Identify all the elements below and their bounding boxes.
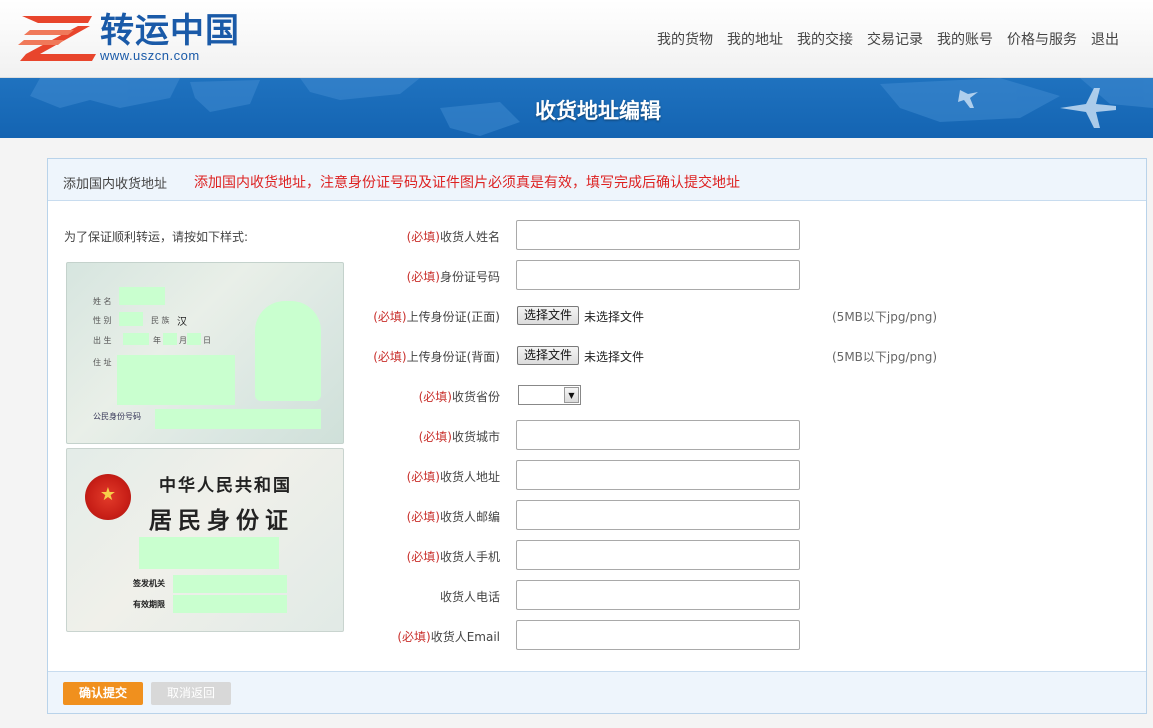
address-label: (必填)收货人地址	[406, 470, 500, 484]
panel-footer: 确认提交 取消返回	[48, 671, 1146, 713]
panel-header: 添加国内收货地址 添加国内收货地址，注意身份证号码及证件图片必须真是有效，填写完…	[48, 159, 1146, 201]
province-select[interactable]: ▼	[518, 385, 581, 405]
id-card-back-sample: ★ 中华人民共和国 居民身份证 签发机关 有效期限	[66, 448, 344, 632]
city-label: (必填)收货城市	[418, 430, 500, 444]
receiver-name-input[interactable]	[516, 220, 800, 250]
address-input[interactable]	[516, 460, 800, 490]
panel-notice: 添加国内收货地址，注意身份证号码及证件图片必须真是有效，填写完成后确认提交地址	[194, 175, 740, 191]
mask-block	[173, 575, 287, 593]
province-label: (必填)收货省份	[418, 390, 500, 404]
upload-back-label: (必填)上传身份证(背面)	[373, 350, 500, 364]
upload-front-button[interactable]: 选择文件	[517, 306, 580, 325]
id-authority-label: 签发机关	[133, 579, 165, 588]
id-ethnic-label: 民 族	[151, 316, 170, 325]
page-banner: 收货地址编辑	[0, 78, 1153, 138]
id-ethnic-value: 汉	[177, 317, 187, 328]
mask-block	[123, 333, 149, 345]
logo-mark-icon	[18, 16, 96, 61]
page-title: 收货地址编辑	[535, 99, 661, 123]
id-year-label: 年	[153, 336, 161, 345]
email-label: (必填)收货人Email	[397, 630, 500, 644]
cancel-button[interactable]: 取消返回	[151, 682, 231, 705]
nav-my-address[interactable]: 我的地址	[727, 29, 783, 49]
mask-block	[187, 333, 201, 345]
site-logo[interactable]: 转运中国 www.uszcn.com	[18, 12, 248, 66]
nav-my-account[interactable]: 我的账号	[937, 29, 993, 49]
upload-back-hint: (5MB以下jpg/png)	[832, 350, 938, 364]
id-day-label: 日	[203, 336, 211, 345]
nav-pricing[interactable]: 价格与服务	[1007, 29, 1077, 49]
name-label: (必填)收货人姓名	[406, 230, 500, 244]
mask-block	[117, 355, 235, 405]
nav-my-goods[interactable]: 我的货物	[657, 29, 713, 49]
mobile-input[interactable]	[516, 540, 800, 570]
upload-back-button[interactable]: 选择文件	[517, 346, 580, 365]
dropdown-arrow-icon: ▼	[564, 387, 579, 403]
id-back-country: 中华人民共和国	[159, 476, 292, 496]
mobile-label: (必填)收货人手机	[406, 550, 500, 564]
phone-label: 收货人电话	[439, 590, 500, 604]
photo-mask	[255, 301, 321, 401]
id-month-label: 月	[179, 336, 187, 345]
mask-block	[119, 287, 165, 305]
upload-back-status: 未选择文件	[584, 350, 645, 364]
upload-front-status: 未选择文件	[584, 310, 645, 324]
sample-hint: 为了保证顺利转运，请按如下样式:	[64, 230, 249, 244]
address-form-panel: 添加国内收货地址 添加国内收货地址，注意身份证号码及证件图片必须真是有效，填写完…	[47, 158, 1147, 714]
id-valid-label: 有效期限	[133, 600, 165, 609]
id-number-input[interactable]	[516, 260, 800, 290]
id-back-title: 居民身份证	[149, 507, 294, 534]
nav-transactions[interactable]: 交易记录	[867, 29, 923, 49]
id-gender-label: 性 别	[93, 316, 112, 325]
mask-block	[155, 409, 321, 429]
id-card-front-sample: 姓 名 性 别 民 族 汉 出 生 年 月 日 住 址 公民身份号码	[66, 262, 344, 444]
mask-block	[173, 595, 287, 613]
email-input[interactable]	[516, 620, 800, 650]
mask-block	[163, 333, 177, 345]
site-header: 转运中国 www.uszcn.com 我的货物 我的地址 我的交接 交易记录 我…	[0, 0, 1153, 78]
phone-input[interactable]	[516, 580, 800, 610]
main-nav: 我的货物 我的地址 我的交接 交易记录 我的账号 价格与服务 退出	[650, 29, 1126, 49]
logo-url: www.uszcn.com	[100, 48, 200, 63]
national-emblem-icon: ★	[85, 474, 131, 520]
idno-label: (必填)身份证号码	[406, 270, 500, 284]
mask-block	[119, 312, 143, 326]
upload-front-label: (必填)上传身份证(正面)	[373, 310, 500, 324]
id-number-label: 公民身份号码	[93, 412, 141, 421]
zip-input[interactable]	[516, 500, 800, 530]
city-input[interactable]	[516, 420, 800, 450]
id-name-label: 姓 名	[93, 297, 112, 306]
zip-label: (必填)收货人邮编	[406, 510, 500, 524]
panel-title: 添加国内收货地址	[63, 177, 168, 192]
mask-block	[139, 537, 279, 569]
id-address-label: 住 址	[93, 358, 112, 367]
id-birth-label: 出 生	[93, 336, 112, 345]
nav-my-handover[interactable]: 我的交接	[797, 29, 853, 49]
logo-text: 转运中国	[100, 11, 240, 51]
submit-button[interactable]: 确认提交	[63, 682, 143, 705]
upload-front-hint: (5MB以下jpg/png)	[832, 310, 938, 324]
nav-logout[interactable]: 退出	[1091, 29, 1119, 49]
